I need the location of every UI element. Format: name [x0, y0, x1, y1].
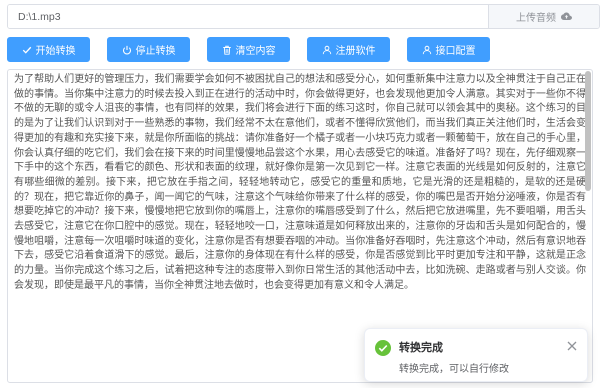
stop-convert-button[interactable]: 停止转换	[107, 37, 190, 62]
trash-icon	[222, 45, 231, 55]
success-check-icon	[375, 340, 391, 356]
api-config-label: 接口配置	[435, 46, 476, 57]
start-convert-button[interactable]: 开始转换	[7, 37, 90, 62]
close-icon[interactable]	[567, 341, 577, 351]
register-software-label: 注册软件	[335, 46, 376, 57]
notification-message: 转换完成，可以自行修改	[399, 364, 509, 375]
clear-content-label: 清空内容	[235, 46, 276, 57]
scrollbar[interactable]	[585, 71, 591, 191]
cloud-upload-icon	[561, 12, 572, 20]
success-notification: 转换完成 转换完成，可以自行修改	[364, 328, 588, 382]
toolbar: 开始转换 停止转换 清空内容 注册软件 接口配置	[7, 37, 600, 62]
upload-audio-button[interactable]: 上传音频	[488, 5, 599, 28]
notification-title: 转换完成	[399, 341, 443, 354]
api-config-button[interactable]: 接口配置	[407, 37, 490, 62]
start-convert-label: 开始转换	[35, 46, 76, 57]
user-icon	[422, 45, 431, 54]
file-selector: 上传音频	[7, 4, 600, 29]
clear-content-button[interactable]: 清空内容	[207, 37, 290, 62]
user-icon	[322, 45, 331, 54]
power-icon	[122, 45, 131, 54]
stop-convert-label: 停止转换	[135, 46, 176, 57]
file-path-input[interactable]	[8, 5, 488, 28]
upload-label: 上传音频	[516, 13, 556, 24]
register-software-button[interactable]: 注册软件	[307, 37, 390, 62]
app-window: 上传音频 开始转换 停止转换 清空内容 注册软件 接口配置	[0, 0, 600, 388]
check-icon	[22, 46, 31, 54]
